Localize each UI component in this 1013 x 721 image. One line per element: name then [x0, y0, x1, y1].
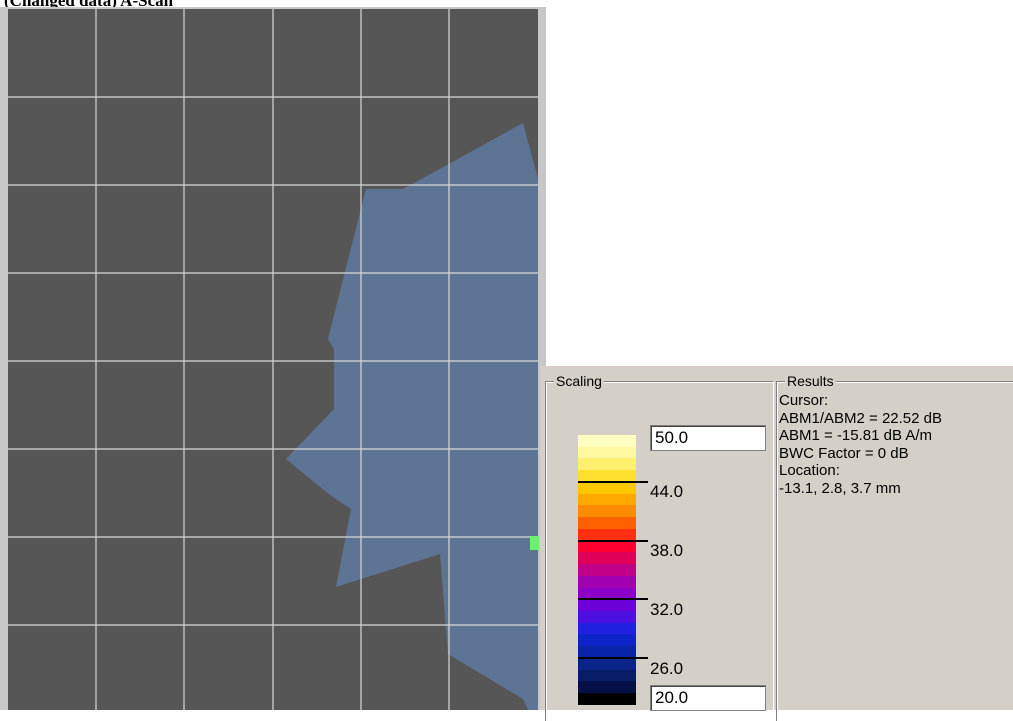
color-scale-separator [578, 539, 648, 542]
color-band [578, 693, 636, 705]
control-panel: Scaling 44.0 38.0 32.0 26.0 Results Curs… [540, 366, 1013, 721]
color-band [578, 657, 636, 670]
color-band [578, 634, 636, 647]
color-band [578, 481, 636, 494]
results-group: Results Cursor: ABM1/ABM2 = 22.52 dB ABM… [776, 372, 1013, 721]
color-band [578, 493, 636, 506]
color-band [578, 435, 636, 447]
scale-tick-label: 38.0 [650, 541, 684, 560]
color-band [578, 681, 636, 694]
field-region [286, 123, 538, 710]
scale-min-input[interactable] [650, 685, 766, 711]
results-title: Results [785, 372, 836, 390]
color-band [578, 517, 636, 529]
color-band [578, 669, 636, 682]
scaling-title: Scaling [554, 372, 604, 390]
scale-max-input[interactable] [650, 425, 766, 451]
color-scale-separator [578, 480, 648, 483]
color-band [578, 575, 636, 588]
field-plot[interactable] [8, 9, 538, 710]
color-band [578, 505, 636, 518]
scale-tick-label: 26.0 [650, 659, 684, 678]
color-band [578, 552, 636, 565]
color-band [578, 446, 636, 459]
color-band [578, 622, 636, 635]
results-line: ABM1 = -15.81 dB A/m [779, 427, 932, 444]
plot-canvas [8, 9, 538, 710]
results-line: ABM1/ABM2 = 22.52 dB [779, 409, 943, 427]
color-band [578, 564, 636, 576]
color-scale-separator [578, 657, 648, 660]
cursor-marker[interactable] [530, 536, 539, 550]
results-readout: Cursor: ABM1/ABM2 = 22.52 dB ABM1 = -15.… [779, 392, 942, 497]
scale-tick-label: 32.0 [650, 600, 684, 619]
color-scale-bar [578, 435, 636, 705]
plot-frame [0, 7, 546, 710]
color-scale-separator [578, 598, 648, 601]
results-line: Cursor: [779, 392, 829, 409]
results-line: BWC Factor = 0 dB [779, 444, 909, 462]
results-line: Location: [779, 462, 840, 479]
results-line: -13.1, 2.8, 3.7 mm [779, 479, 901, 497]
color-band [578, 458, 636, 471]
color-band [578, 599, 636, 612]
color-band [578, 611, 636, 623]
scale-tick-label: 44.0 [650, 482, 684, 501]
scaling-group: Scaling 44.0 38.0 32.0 26.0 [545, 372, 773, 721]
color-band [578, 540, 636, 553]
